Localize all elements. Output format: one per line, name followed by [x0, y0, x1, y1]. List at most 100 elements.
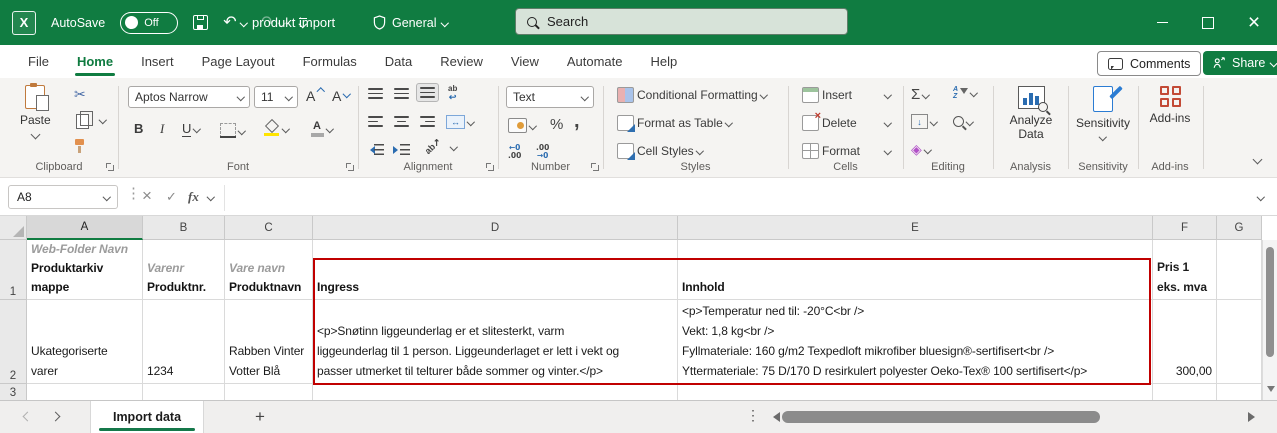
font-color-dropdown-icon[interactable]: [326, 125, 334, 133]
cell-c1[interactable]: Vare navn Produktnavn: [225, 240, 313, 300]
underline-button[interactable]: U: [182, 121, 200, 137]
sensitivity-button[interactable]: Sensitivity: [1072, 86, 1134, 140]
clear-button[interactable]: [911, 141, 930, 158]
cell-e3[interactable]: [678, 384, 1153, 400]
conditional-formatting-button[interactable]: Conditional Formatting: [617, 87, 766, 103]
select-all-corner[interactable]: [0, 216, 27, 240]
cell-d3[interactable]: [313, 384, 678, 400]
collapse-ribbon-icon[interactable]: [1253, 155, 1263, 165]
sort-filter-dropdown-icon[interactable]: [970, 89, 978, 97]
name-box[interactable]: A8: [8, 185, 118, 209]
align-right-button[interactable]: [420, 116, 435, 127]
close-button[interactable]: [1231, 0, 1277, 45]
search-input[interactable]: Search: [515, 8, 848, 35]
cut-button[interactable]: [74, 86, 86, 103]
tab-review[interactable]: Review: [426, 45, 497, 78]
add-sheet-button[interactable]: +: [248, 405, 272, 429]
cell-a1[interactable]: Web-Folder Navn Produktarkiv mappe: [27, 240, 143, 300]
cell-c2[interactable]: Rabben VinterVotter Blå: [225, 300, 313, 384]
align-center-button[interactable]: [394, 116, 409, 127]
cancel-icon[interactable]: [142, 185, 152, 207]
scrollbar-resize-handle[interactable]: ⋮: [746, 407, 760, 424]
cell-b2[interactable]: 1234: [143, 300, 225, 384]
number-format-select[interactable]: Text: [506, 86, 594, 108]
cell-c3[interactable]: [225, 384, 313, 400]
paste-dropdown-icon[interactable]: [30, 130, 40, 140]
orientation-dropdown-icon[interactable]: [450, 143, 458, 151]
fill-color-button[interactable]: [264, 121, 289, 136]
find-select-button[interactable]: [953, 116, 973, 127]
delete-cells-button[interactable]: Delete: [802, 115, 890, 131]
row-header-2[interactable]: 2: [0, 300, 27, 384]
merge-center-button[interactable]: [446, 115, 474, 129]
comma-style-button[interactable]: [574, 116, 580, 130]
tab-page-layout[interactable]: Page Layout: [188, 45, 289, 78]
font-color-button[interactable]: [310, 121, 333, 137]
privacy-menu[interactable]: General: [373, 0, 448, 45]
col-header-f[interactable]: F: [1153, 216, 1217, 240]
sheet-tab-import-data[interactable]: Import data: [90, 401, 204, 433]
cell-b3[interactable]: [143, 384, 225, 400]
underline-dropdown-icon[interactable]: [193, 125, 201, 133]
copy-dropdown-icon[interactable]: [99, 116, 107, 124]
italic-button[interactable]: I: [160, 121, 164, 137]
col-header-c[interactable]: C: [225, 216, 313, 240]
align-middle-button[interactable]: [394, 88, 409, 99]
col-header-d[interactable]: D: [313, 216, 678, 240]
paste-button[interactable]: Paste: [20, 85, 51, 138]
row-header-3[interactable]: 3: [0, 384, 27, 400]
maximize-button[interactable]: [1185, 0, 1231, 45]
tab-view[interactable]: View: [497, 45, 553, 78]
insert-function-button[interactable]: fx: [188, 187, 199, 207]
tab-file[interactable]: File: [14, 45, 63, 78]
cell-a2[interactable]: Ukategorisertevarer: [27, 300, 143, 384]
align-left-button[interactable]: [368, 116, 383, 127]
alignment-dialog-launcher[interactable]: [486, 163, 494, 171]
undo-icon[interactable]: [223, 14, 236, 32]
formula-input[interactable]: [224, 185, 1261, 211]
orientation-button[interactable]: [424, 142, 457, 151]
decrease-font-button[interactable]: [332, 88, 350, 104]
scroll-left-icon[interactable]: [768, 412, 780, 422]
comments-button[interactable]: Comments: [1097, 51, 1201, 76]
vertical-scrollbar-thumb[interactable]: [1266, 247, 1274, 357]
scroll-down-icon[interactable]: [1267, 386, 1275, 396]
col-header-b[interactable]: B: [143, 216, 225, 240]
tab-home[interactable]: Home: [63, 45, 127, 78]
align-top-button[interactable]: [368, 88, 383, 99]
merge-dropdown-icon[interactable]: [467, 118, 475, 126]
insert-cells-button[interactable]: Insert: [802, 87, 890, 103]
horizontal-scrollbar-thumb[interactable]: [782, 411, 1100, 423]
cell-d2[interactable]: <p>Snøtinn liggeunderlag er et slitester…: [313, 300, 678, 384]
cell-f2[interactable]: 300,00: [1153, 300, 1217, 384]
scroll-right-icon[interactable]: [1248, 412, 1260, 422]
copy-button[interactable]: [72, 111, 106, 129]
cell-g3[interactable]: [1217, 384, 1262, 400]
addins-button[interactable]: Add-ins: [1144, 86, 1196, 125]
save-icon[interactable]: [193, 15, 208, 30]
find-dropdown-icon[interactable]: [966, 118, 974, 126]
accounting-dropdown-icon[interactable]: [529, 122, 537, 130]
tab-automate[interactable]: Automate: [553, 45, 637, 78]
col-header-g[interactable]: G: [1217, 216, 1262, 240]
align-bottom-button[interactable]: [416, 83, 439, 102]
fill-button[interactable]: [911, 114, 937, 129]
enter-icon[interactable]: [166, 185, 177, 209]
cell-styles-button[interactable]: Cell Styles: [617, 143, 702, 159]
autosum-dropdown-icon[interactable]: [922, 91, 930, 99]
tab-data[interactable]: Data: [371, 45, 426, 78]
autosum-button[interactable]: [911, 86, 929, 103]
col-header-a[interactable]: A: [27, 216, 143, 240]
bold-button[interactable]: B: [134, 121, 143, 136]
share-button[interactable]: Share: [1203, 51, 1277, 75]
excel-logo-icon[interactable]: [12, 11, 36, 35]
increase-font-button[interactable]: [306, 88, 324, 104]
cell-e2[interactable]: <p>Temperatur ned til: -20°C<br />Vekt: …: [678, 300, 1153, 384]
cell-d1[interactable]: Ingress: [313, 240, 678, 300]
cell-b1[interactable]: Varenr Produktnr.: [143, 240, 225, 300]
percent-style-button[interactable]: [550, 116, 563, 133]
decrease-indent-button[interactable]: [368, 144, 384, 155]
cell-a3[interactable]: [27, 384, 143, 400]
cell-g1[interactable]: [1217, 240, 1262, 300]
format-cells-button[interactable]: Format: [802, 143, 890, 159]
